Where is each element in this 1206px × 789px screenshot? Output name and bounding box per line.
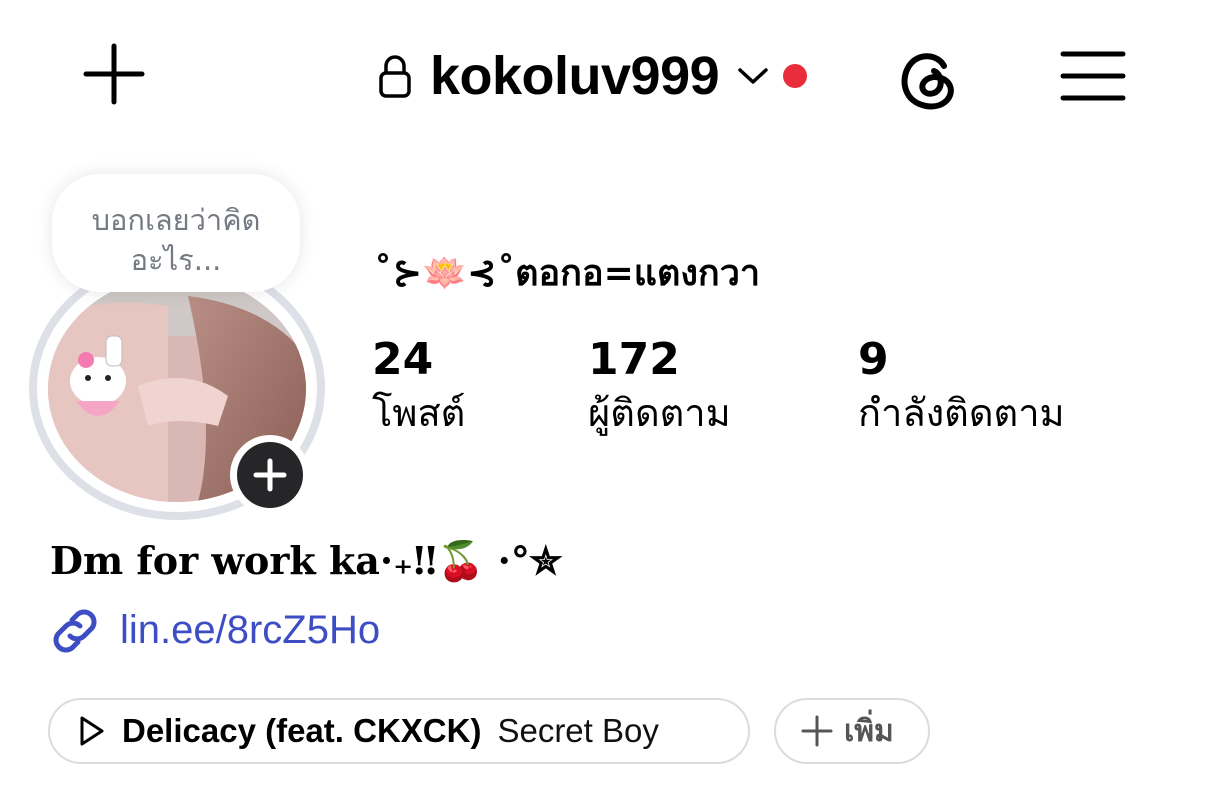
username: kokoluv999 (430, 46, 720, 106)
create-plus-icon[interactable] (82, 42, 146, 106)
song-title: Delicacy (feat. CKXCK) (122, 712, 482, 749)
display-name: ˚⊱🪷⊰˚ตอกอ=แตงกวา (374, 253, 761, 294)
following-count: 9 (858, 334, 889, 385)
add-label: เพิ่ม (844, 713, 894, 749)
note-line-2: อะไร... (130, 243, 222, 277)
followers-label: ผู้ติดตาม (588, 391, 731, 435)
stat-following[interactable]: 9 กำลังติดตาม (858, 334, 1065, 435)
music-chip[interactable]: Delicacy (feat. CKXCK) Secret Boy (48, 698, 750, 764)
stat-followers[interactable]: 172 ผู้ติดตาม (588, 334, 731, 435)
note-bubble[interactable]: บอกเลยว่าคิด อะไร... (52, 174, 300, 292)
add-story-button[interactable] (228, 433, 312, 517)
note-line-1: บอกเลยว่าคิด (91, 203, 261, 237)
hamburger-menu-icon[interactable] (1060, 50, 1126, 102)
bio-text: Dm for work ka·₊‼🍒 ·°✮ (50, 538, 562, 583)
posts-count: 24 (372, 334, 434, 385)
chevron-down-icon[interactable] (737, 66, 769, 86)
link-icon (53, 609, 97, 653)
plus-icon (801, 715, 833, 747)
following-label: กำลังติดตาม (858, 391, 1065, 435)
stat-posts[interactable]: 24 โพสต์ (372, 334, 466, 435)
followers-count: 172 (588, 334, 680, 385)
bio-link[interactable]: lin.ee/8rcZ5Ho (120, 608, 380, 653)
lock-icon (379, 55, 411, 98)
play-icon (80, 716, 104, 746)
threads-icon[interactable] (894, 44, 964, 114)
add-chip[interactable]: เพิ่ม (774, 698, 930, 764)
account-switcher[interactable]: kokoluv999 (378, 44, 808, 108)
posts-label: โพสต์ (372, 391, 466, 435)
notification-dot (783, 64, 808, 88)
song-artist: Secret Boy (497, 712, 659, 749)
